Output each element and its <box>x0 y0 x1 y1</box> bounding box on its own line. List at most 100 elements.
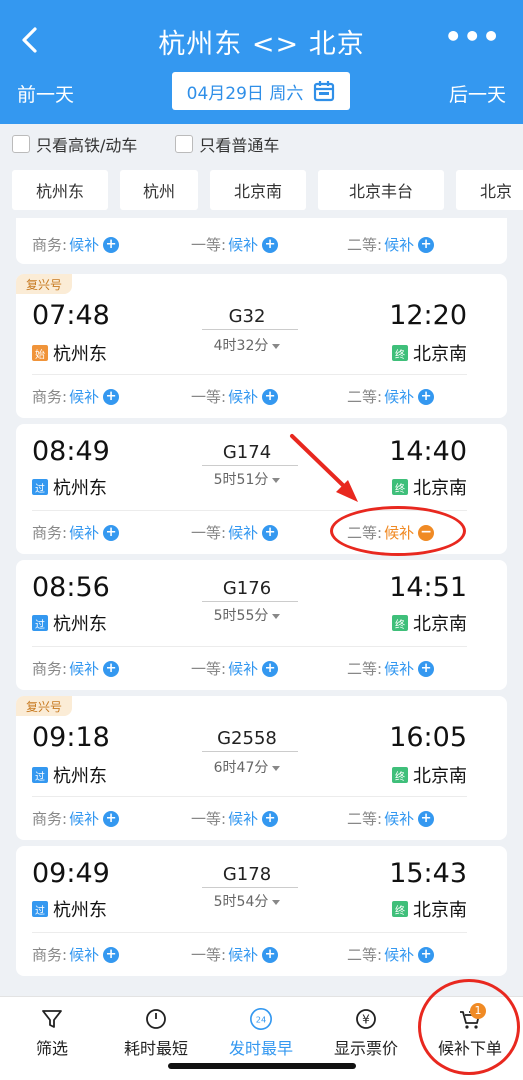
checkbox-box[interactable] <box>175 135 194 153</box>
tab-waitlist-order[interactable]: 1 候补下单 <box>422 1003 518 1059</box>
divider <box>32 510 467 511</box>
seat-business[interactable]: 商务: 候补 + <box>32 234 120 255</box>
seat-second-class[interactable]: 二等: 候补 + <box>347 944 435 965</box>
next-day-button[interactable]: 后一天 <box>449 80 506 107</box>
high-speed-only-checkbox[interactable]: 只看高铁/动车 <box>12 132 137 156</box>
route-line <box>202 465 298 466</box>
calendar-icon <box>314 81 335 102</box>
seat-availability-row: 商务: 候补 + 一等: 候补 + 二等: 候补 + <box>16 234 507 254</box>
tab-shortest-duration[interactable]: 耗时最短 <box>108 1007 204 1059</box>
seat-first-class[interactable]: 一等: 候补 + <box>191 234 279 255</box>
station-chip[interactable]: 北京南 <box>210 170 306 210</box>
arrival-station: 终北京南 <box>392 610 467 636</box>
travel-duration[interactable]: 6时47分 <box>186 757 308 777</box>
add-waitlist-icon[interactable]: + <box>103 810 120 827</box>
seat-first-class[interactable]: 一等: 候补 + <box>191 944 279 965</box>
seat-second-class[interactable]: 二等: 候补 + <box>347 386 435 407</box>
arrival-station: 终北京南 <box>392 762 467 788</box>
add-waitlist-icon[interactable]: + <box>103 236 120 253</box>
terminus-tag-icon: 终 <box>392 901 408 917</box>
seat-first-class[interactable]: 一等: 候补 + <box>191 522 279 543</box>
divider <box>32 796 467 797</box>
add-waitlist-icon[interactable]: + <box>262 660 279 677</box>
seat-second-class-selected[interactable]: 二等: 候补 − <box>347 522 435 543</box>
remove-waitlist-icon[interactable]: − <box>418 524 435 541</box>
terminus-tag-icon: 终 <box>392 767 408 783</box>
arrival-time: 16:05 <box>389 722 467 753</box>
seat-second-class[interactable]: 二等: 候补 + <box>347 658 435 679</box>
normal-label: 只看普通车 <box>199 136 280 155</box>
train-card-partial[interactable]: 商务: 候补 + 一等: 候补 + 二等: 候补 + <box>16 218 507 264</box>
add-waitlist-icon[interactable]: + <box>418 946 435 963</box>
route-line <box>202 887 298 888</box>
travel-duration[interactable]: 5时51分 <box>186 469 308 489</box>
terminus-tag-icon: 终 <box>392 615 408 631</box>
train-card[interactable]: 08:49 G174 5时51分 14:40 过杭州东 终北京南 商务: 候补 + … <box>16 424 507 554</box>
add-waitlist-icon[interactable]: + <box>418 388 435 405</box>
seat-first-class[interactable]: 一等: 候补 + <box>191 658 279 679</box>
cart-wrapper: 1 <box>456 1003 486 1031</box>
terminus-tag-icon: 终 <box>392 479 408 495</box>
arrival-station: 终北京南 <box>392 340 467 366</box>
seat-second-class[interactable]: 二等: 候补 + <box>347 234 435 255</box>
add-waitlist-icon[interactable]: + <box>262 946 279 963</box>
add-waitlist-icon[interactable]: + <box>103 388 120 405</box>
divider <box>32 932 467 933</box>
add-waitlist-icon[interactable]: + <box>418 660 435 677</box>
prev-day-button[interactable]: 前一天 <box>17 80 74 107</box>
departure-time: 08:56 <box>32 572 110 603</box>
add-waitlist-icon[interactable]: + <box>103 660 120 677</box>
train-card[interactable]: 复兴号 07:48 G32 4时32分 12:20 始杭州东 终北京南 商务: 候… <box>16 274 507 418</box>
add-waitlist-icon[interactable]: + <box>103 524 120 541</box>
add-waitlist-icon[interactable]: + <box>262 236 279 253</box>
seat-business[interactable]: 商务: 候补 + <box>32 386 120 407</box>
station-chip[interactable]: 杭州东 <box>12 170 108 210</box>
caret-down-icon <box>272 613 281 619</box>
route-line <box>202 329 298 330</box>
add-waitlist-icon[interactable]: + <box>262 524 279 541</box>
train-card[interactable]: 08:56 G176 5时55分 14:51 过杭州东 终北京南 商务: 候补 + … <box>16 560 507 690</box>
add-waitlist-icon[interactable]: + <box>418 236 435 253</box>
date-selector[interactable]: 04月29日 周六 <box>172 72 350 110</box>
arrival-time: 14:40 <box>389 436 467 467</box>
train-number: G2558 <box>217 728 277 749</box>
tab-show-price[interactable]: ¥ 显示票价 <box>318 1007 414 1059</box>
seat-first-class[interactable]: 一等: 候补 + <box>191 386 279 407</box>
home-indicator <box>168 1063 356 1069</box>
add-waitlist-icon[interactable]: + <box>262 810 279 827</box>
train-card[interactable]: 09:49 G178 5时54分 15:43 过杭州东 终北京南 商务: 候补 + … <box>16 846 507 976</box>
seat-business[interactable]: 商务: 候补 + <box>32 522 120 543</box>
tab-filter[interactable]: 筛选 <box>4 1007 100 1059</box>
travel-duration[interactable]: 5时54分 <box>186 891 308 911</box>
station-chip[interactable]: 北京丰台 <box>318 170 444 210</box>
seat-second-class[interactable]: 二等: 候补 + <box>347 808 435 829</box>
seat-business[interactable]: 商务: 候补 + <box>32 808 120 829</box>
origin-tag-icon: 始 <box>32 345 48 361</box>
add-waitlist-icon[interactable]: + <box>418 810 435 827</box>
tab-earliest-departure[interactable]: 24 发时最早 <box>213 1007 309 1059</box>
add-waitlist-icon[interactable]: + <box>103 946 120 963</box>
train-number: G178 <box>222 864 272 885</box>
station-chip[interactable]: 杭州 <box>120 170 198 210</box>
seat-business[interactable]: 商务: 候补 + <box>32 944 120 965</box>
travel-duration[interactable]: 5时55分 <box>186 605 308 625</box>
departure-station: 过杭州东 <box>32 762 107 788</box>
departure-station: 过杭州东 <box>32 610 107 636</box>
seat-first-class[interactable]: 一等: 候补 + <box>191 808 279 829</box>
train-number: G32 <box>228 306 266 327</box>
departure-time: 08:49 <box>32 436 110 467</box>
caret-down-icon <box>272 343 281 349</box>
more-icon[interactable]: ••• <box>444 22 501 52</box>
checkbox-box[interactable] <box>12 135 30 153</box>
train-number: G176 <box>222 578 272 599</box>
travel-duration[interactable]: 4时32分 <box>186 335 308 355</box>
train-card[interactable]: 复兴号 09:18 G2558 6时47分 16:05 过杭州东 终北京南 商务… <box>16 696 507 840</box>
departure-time: 07:48 <box>32 300 110 331</box>
seat-business[interactable]: 商务: 候补 + <box>32 658 120 679</box>
route-line <box>202 601 298 602</box>
normal-only-checkbox[interactable]: 只看普通车 <box>175 132 279 156</box>
add-waitlist-icon[interactable]: + <box>262 388 279 405</box>
timer-icon <box>146 1009 166 1029</box>
station-chip[interactable]: 北京 <box>456 170 523 210</box>
divider <box>32 374 467 375</box>
